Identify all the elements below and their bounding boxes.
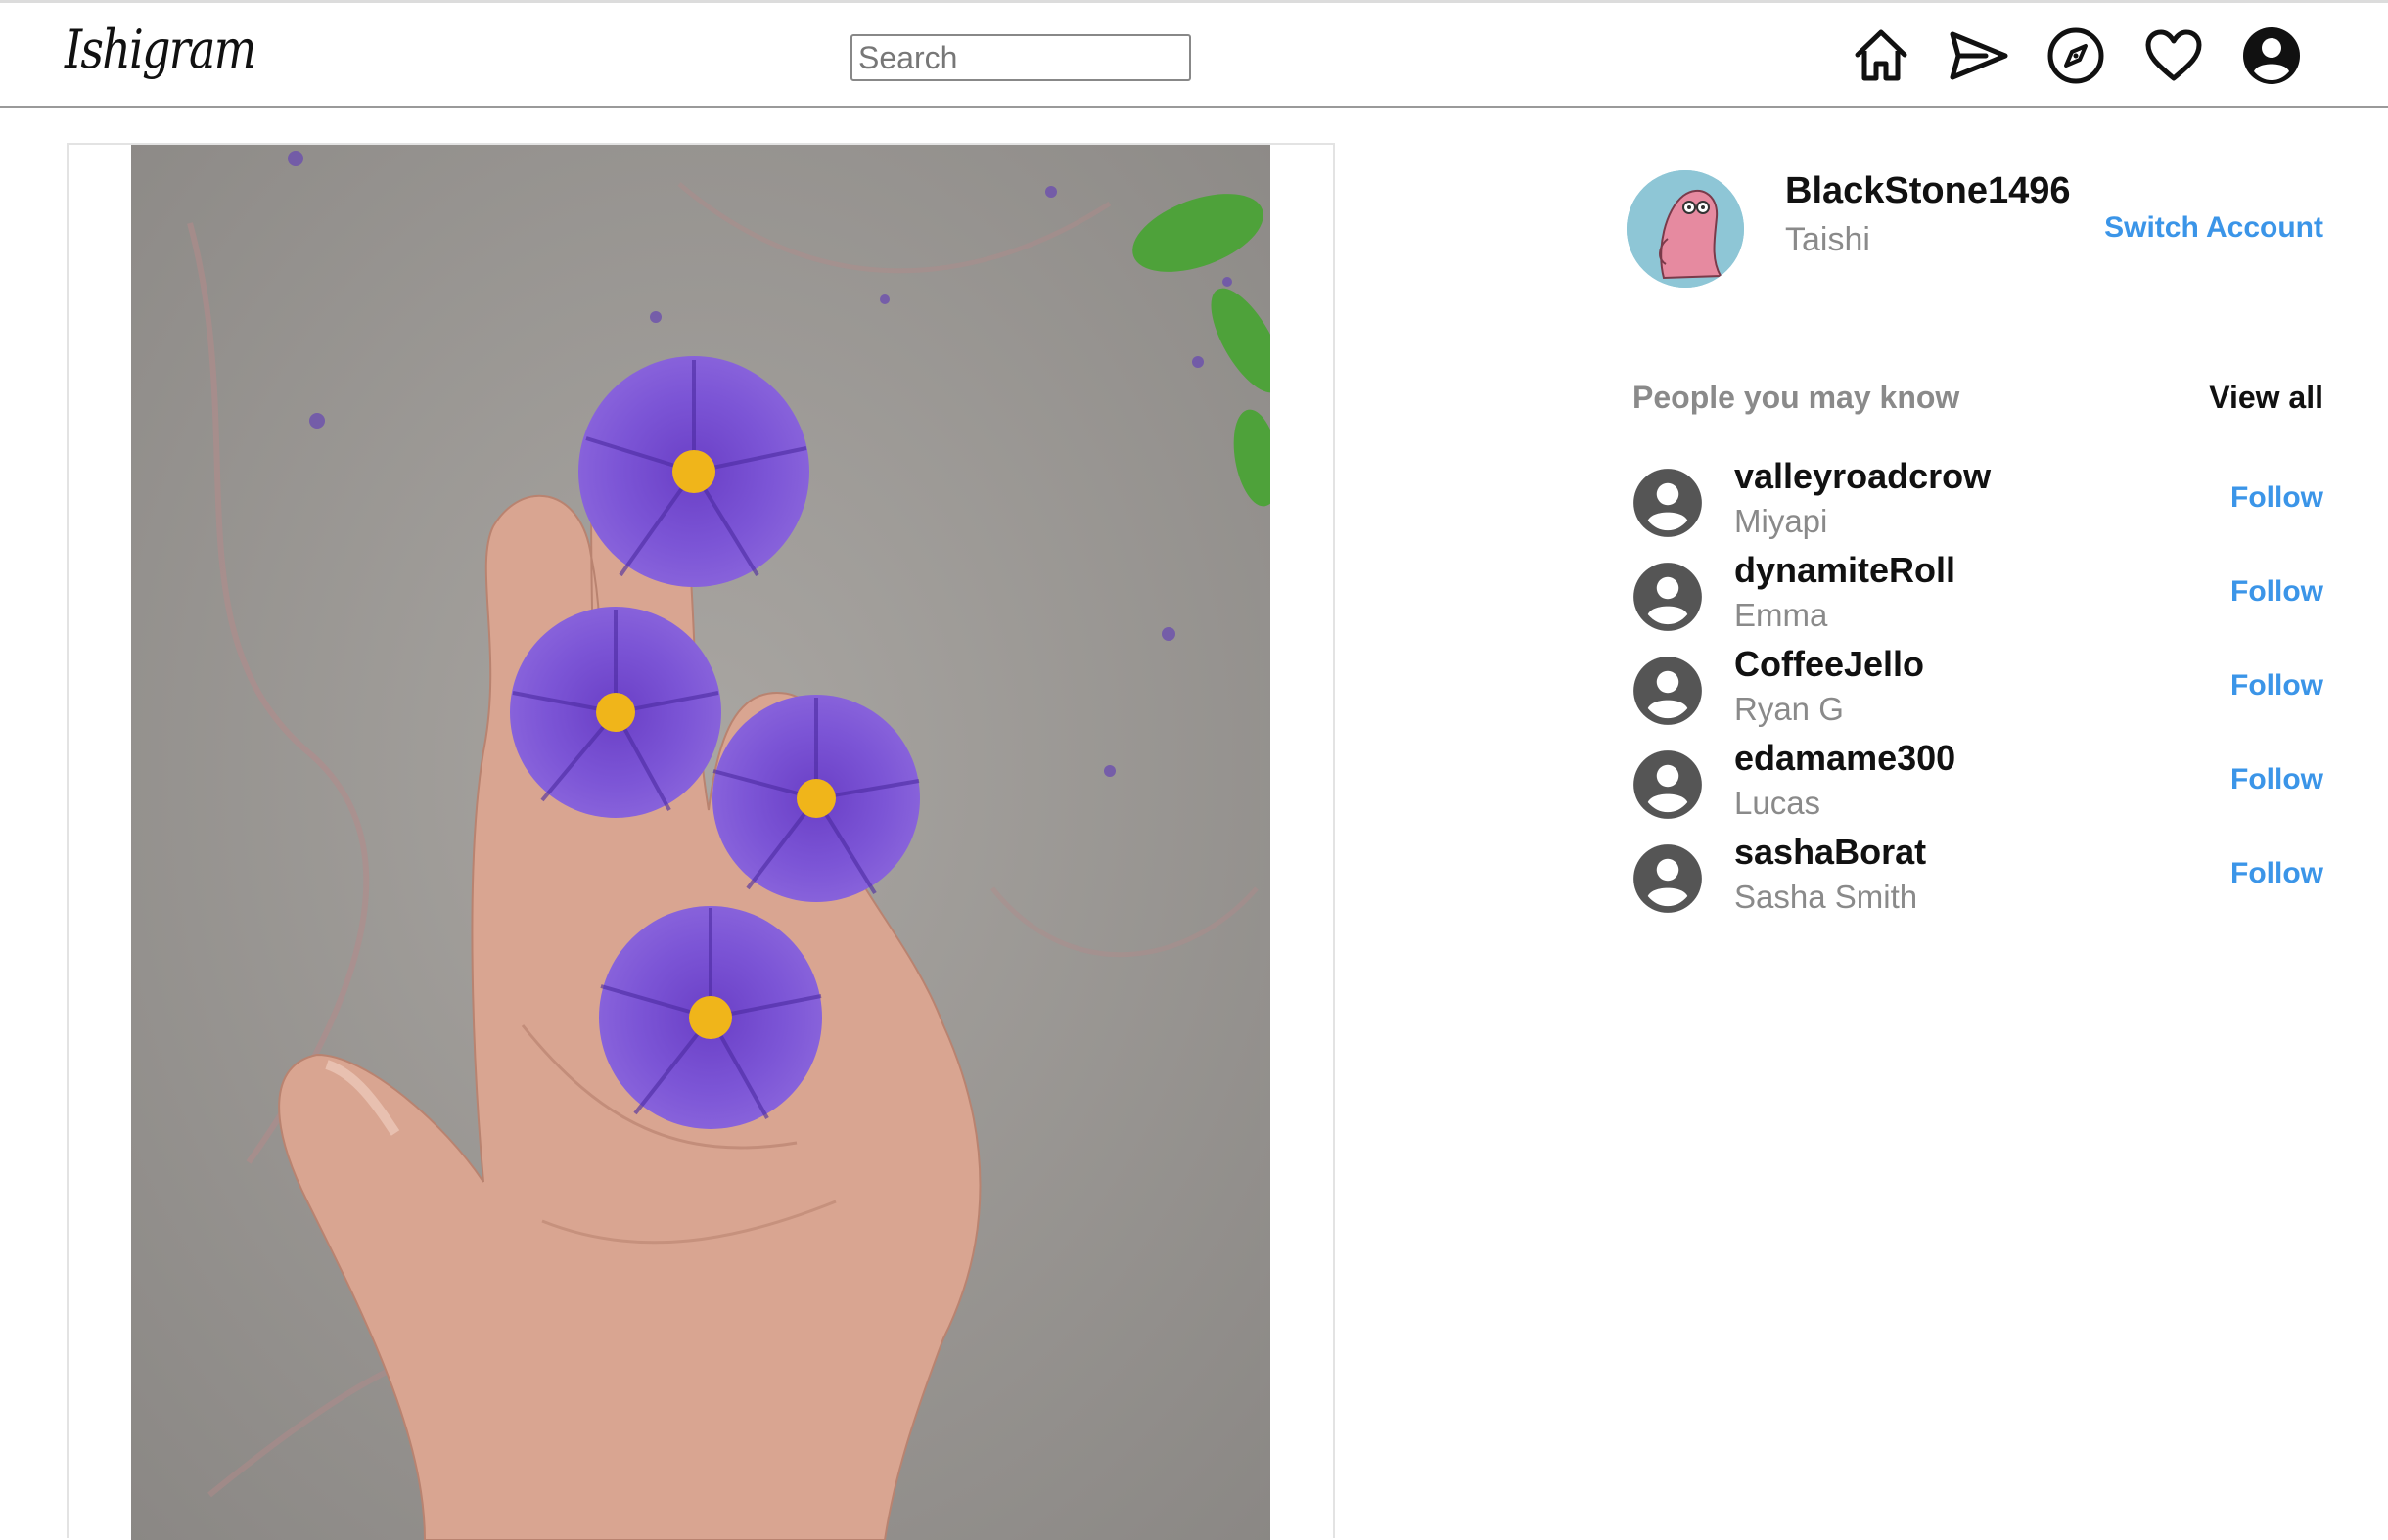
home-icon[interactable] <box>1850 24 1912 87</box>
explore-icon[interactable] <box>2044 24 2107 87</box>
heart-icon[interactable] <box>2142 24 2205 87</box>
send-icon[interactable] <box>1947 24 2009 87</box>
default-avatar-icon[interactable] <box>1632 562 1703 632</box>
suggestion-username[interactable]: valleyroadcrow <box>1734 456 1991 497</box>
top-navbar: Ishigram <box>0 0 2388 108</box>
post-card <box>67 143 1335 1540</box>
suggestion-item: valleyroadcrow Miyapi Follow <box>1625 456 2329 550</box>
view-all-link[interactable]: View all <box>2209 380 2323 416</box>
flower <box>510 607 721 818</box>
suggestion-fullname: Emma <box>1734 597 1828 633</box>
default-avatar-icon[interactable] <box>1632 843 1703 914</box>
suggestion-item: dynamiteRoll Emma Follow <box>1625 550 2329 644</box>
post-image[interactable] <box>131 145 1270 1540</box>
suggestions-list: valleyroadcrow Miyapi Follow dynamiteRol… <box>1625 456 2329 926</box>
current-user-avatar[interactable] <box>1627 170 1744 288</box>
flower <box>712 695 920 902</box>
follow-button[interactable]: Follow <box>2230 481 2323 515</box>
app-logo[interactable]: Ishigram <box>65 19 256 80</box>
follow-button[interactable]: Follow <box>2230 669 2323 702</box>
suggestion-fullname: Lucas <box>1734 785 1821 821</box>
flower <box>599 906 822 1129</box>
suggestion-username[interactable]: CoffeeJello <box>1734 644 1924 685</box>
suggestion-item: sashaBorat Sasha Smith Follow <box>1625 832 2329 926</box>
current-fullname: Taishi <box>1785 221 1870 258</box>
follow-button[interactable]: Follow <box>2230 857 2323 890</box>
suggestion-fullname: Miyapi <box>1734 503 1828 539</box>
suggestion-fullname: Ryan G <box>1734 691 1844 727</box>
follow-button[interactable]: Follow <box>2230 575 2323 609</box>
follow-button[interactable]: Follow <box>2230 763 2323 796</box>
default-avatar-icon[interactable] <box>1632 656 1703 726</box>
suggestion-item: CoffeeJello Ryan G Follow <box>1625 644 2329 738</box>
flower <box>578 356 809 587</box>
suggestions-heading: People you may know <box>1632 380 1960 415</box>
search-input[interactable] <box>850 34 1191 81</box>
suggestion-username[interactable]: sashaBorat <box>1734 832 1926 873</box>
current-username[interactable]: BlackStone1496 <box>1785 170 2071 212</box>
default-avatar-icon[interactable] <box>1632 749 1703 820</box>
hand-with-flowers-photo <box>131 145 1270 1540</box>
suggestion-username[interactable]: edamame300 <box>1734 738 1955 779</box>
default-avatar-icon[interactable] <box>1632 468 1703 538</box>
suggestion-fullname: Sasha Smith <box>1734 879 1918 915</box>
suggestion-item: edamame300 Lucas Follow <box>1625 738 2329 832</box>
profile-icon[interactable] <box>2240 24 2303 87</box>
suggestion-username[interactable]: dynamiteRoll <box>1734 550 1955 591</box>
switch-account-link[interactable]: Switch Account <box>2104 211 2323 245</box>
